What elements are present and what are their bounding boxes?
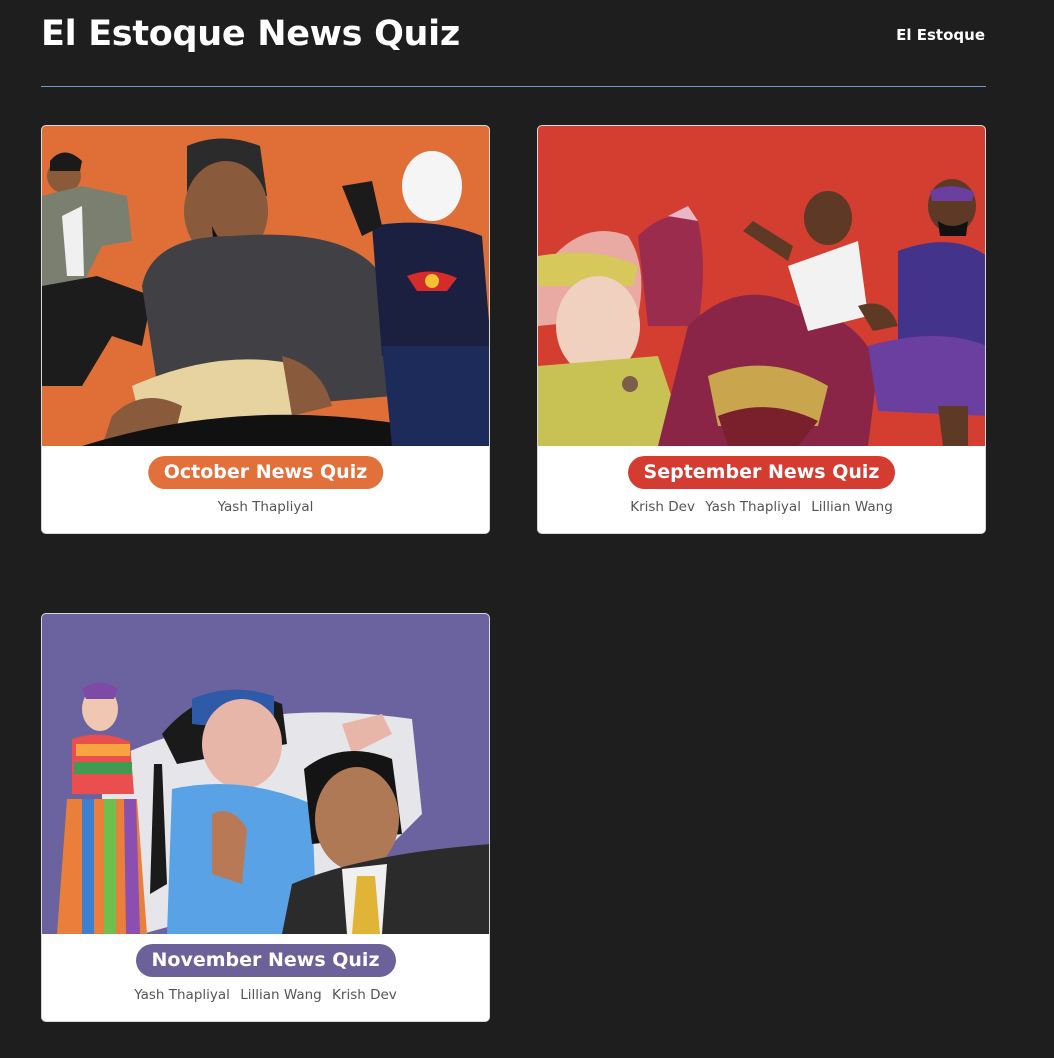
header-divider <box>41 86 986 87</box>
author-name[interactable]: Krish Dev <box>332 987 397 1003</box>
author-name[interactable]: Lillian Wang <box>240 987 322 1003</box>
author-list: Yash Thapliyal <box>42 499 489 515</box>
author-name[interactable]: Yash Thapliyal <box>134 987 230 1003</box>
september-quiz-illustration[interactable] <box>538 126 986 446</box>
quiz-title-badge[interactable]: October News Quiz <box>147 456 384 489</box>
page: El Estoque News Quiz El Estoque October … <box>0 0 1054 1058</box>
author-name[interactable]: Krish Dev <box>630 499 695 515</box>
quiz-title-badge[interactable]: September News Quiz <box>627 456 896 489</box>
author-list: Yash Thapliyal Lillian Wang Krish Dev <box>42 987 489 1003</box>
author-name[interactable]: Yash Thapliyal <box>705 499 801 515</box>
el-estoque-link[interactable]: El Estoque <box>896 24 985 46</box>
november-quiz-illustration[interactable] <box>42 614 490 934</box>
quiz-card-november[interactable]: November News Quiz Yash Thapliyal Lillia… <box>41 613 490 1022</box>
quiz-card-october[interactable]: October News Quiz Yash Thapliyal <box>41 125 490 534</box>
author-list: Krish Dev Yash Thapliyal Lillian Wang <box>538 499 985 515</box>
author-name[interactable]: Yash Thapliyal <box>218 499 314 515</box>
page-title: El Estoque News Quiz <box>41 14 460 54</box>
author-name[interactable]: Lillian Wang <box>811 499 893 515</box>
october-quiz-illustration[interactable] <box>42 126 490 446</box>
quiz-card-september[interactable]: September News Quiz Krish Dev Yash Thapl… <box>537 125 986 534</box>
quiz-title-badge[interactable]: November News Quiz <box>135 944 396 977</box>
